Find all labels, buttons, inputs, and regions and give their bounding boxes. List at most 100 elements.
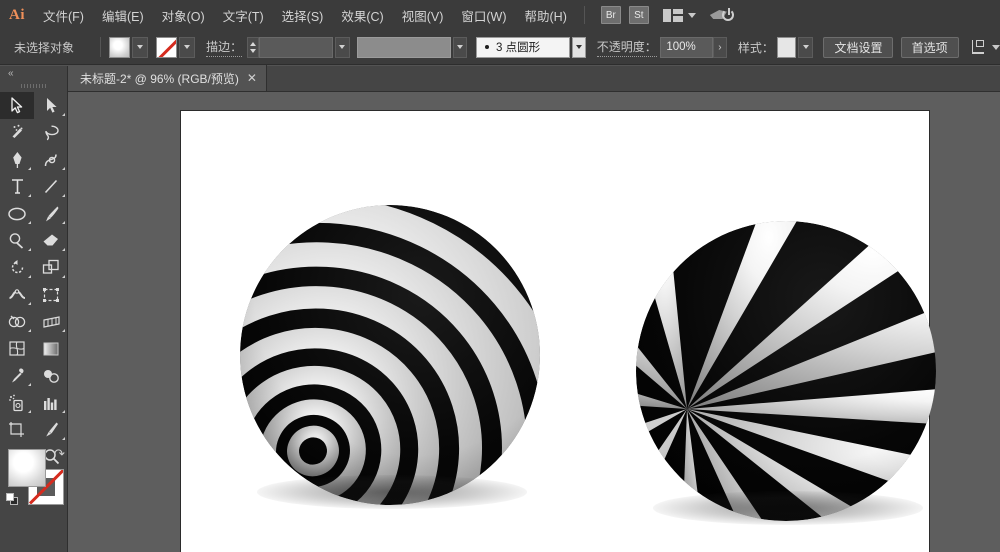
paintbrush-tool[interactable]	[34, 200, 68, 227]
menu-effect[interactable]: 效果(C)	[332, 0, 392, 30]
menubar-divider	[584, 6, 585, 24]
magic-wand-tool[interactable]	[0, 119, 34, 146]
menu-help[interactable]: 帮助(H)	[516, 0, 576, 30]
tool-submenu-indicator	[28, 410, 31, 413]
tool-submenu-indicator	[62, 275, 65, 278]
tool-submenu-indicator	[28, 221, 31, 224]
fill-swatch[interactable]	[109, 37, 130, 58]
tool-submenu-indicator	[62, 437, 65, 440]
width-tool[interactable]	[0, 281, 34, 308]
workspace-switcher-icon[interactable]	[663, 9, 696, 22]
tool-grid	[0, 92, 68, 470]
shaper-pencil-tool[interactable]	[0, 227, 34, 254]
tools-panel: «	[0, 66, 68, 552]
free-transform-tool[interactable]	[34, 281, 68, 308]
align-chevron-down-icon[interactable]	[992, 45, 1000, 50]
brush-dot-icon	[485, 45, 489, 49]
stroke-weight-label[interactable]: 描边：	[206, 38, 242, 57]
menu-select[interactable]: 选择(S)	[273, 0, 333, 30]
fill-swatch-large[interactable]	[8, 449, 46, 487]
symbol-sprayer-tool[interactable]	[0, 389, 34, 416]
default-fill-stroke-icon[interactable]	[6, 493, 19, 506]
mesh-tool[interactable]	[0, 335, 34, 362]
brush-definition-label: 3 点圆形	[496, 39, 540, 55]
control-bar: 未选择对象 描边： 3 点圆形 不透明度： 100% ›	[0, 30, 1000, 65]
brush-definition-field[interactable]: 3 点圆形	[476, 37, 570, 58]
preferences-button[interactable]: 首选项	[901, 37, 959, 58]
blend-tool[interactable]	[34, 362, 68, 389]
stroke-weight-input[interactable]	[259, 37, 333, 58]
tool-submenu-indicator	[28, 329, 31, 332]
scale-tool[interactable]	[34, 254, 68, 281]
sphere-drop-shadow	[653, 491, 923, 525]
stroke-weight-dropdown-arrow[interactable]	[335, 37, 349, 58]
ellipse-tool[interactable]	[0, 200, 34, 227]
eyedropper-tool[interactable]	[0, 362, 34, 389]
stock-button[interactable]: St	[629, 6, 649, 24]
swap-fill-stroke-icon[interactable]: ↷	[54, 446, 68, 460]
tool-submenu-indicator	[62, 194, 65, 197]
fill-swatch-group[interactable]	[109, 37, 148, 58]
menu-window[interactable]: 窗口(W)	[452, 0, 515, 30]
panel-drag-handle[interactable]	[0, 80, 67, 92]
tool-submenu-indicator	[28, 248, 31, 251]
close-icon[interactable]: ✕	[247, 72, 257, 84]
document-setup-button[interactable]: 文档设置	[823, 37, 893, 58]
variable-width-profile-input[interactable]	[357, 37, 451, 58]
tool-submenu-indicator	[62, 167, 65, 170]
bridge-button[interactable]: Br	[601, 6, 621, 24]
menu-edit[interactable]: 编辑(E)	[93, 0, 153, 30]
chevron-down-icon	[688, 13, 696, 18]
stroke-weight-stepper[interactable]	[247, 37, 259, 58]
stroke-dropdown-arrow[interactable]	[179, 37, 195, 58]
gradient-tool[interactable]	[34, 335, 68, 362]
lasso-tool[interactable]	[34, 119, 68, 146]
menu-type[interactable]: 文字(T)	[214, 0, 273, 30]
graphic-style-swatch[interactable]	[777, 37, 796, 58]
menu-bar: Ai 文件(F) 编辑(E) 对象(O) 文字(T) 选择(S) 效果(C) 视…	[0, 0, 1000, 30]
collapse-panel-icon[interactable]: «	[0, 66, 67, 80]
line-segment-tool[interactable]	[34, 173, 68, 200]
search-adobe-icon[interactable]	[710, 7, 734, 23]
tool-submenu-indicator	[62, 113, 65, 116]
stroke-swatch-group[interactable]	[156, 37, 195, 58]
slice-tool[interactable]	[34, 416, 68, 443]
perspective-grid-tool[interactable]	[34, 308, 68, 335]
tool-submenu-indicator	[62, 221, 65, 224]
align-options-icon[interactable]	[971, 39, 987, 55]
tool-submenu-indicator	[62, 410, 65, 413]
canvas-area[interactable]	[68, 92, 1000, 552]
rotate-tool[interactable]	[0, 254, 34, 281]
menu-view[interactable]: 视图(V)	[393, 0, 453, 30]
concentric-ring-sphere[interactable]	[235, 203, 545, 523]
type-tool[interactable]	[0, 173, 34, 200]
curvature-tool[interactable]	[34, 146, 68, 173]
selection-status-label: 未选择对象	[14, 39, 91, 56]
tool-submenu-indicator	[62, 329, 65, 332]
shape-builder-tool[interactable]	[0, 308, 34, 335]
app-logo: Ai	[0, 0, 34, 30]
artboard[interactable]	[181, 111, 929, 552]
column-graph-tool[interactable]	[34, 389, 68, 416]
stroke-swatch[interactable]	[156, 37, 177, 58]
style-dropdown-arrow[interactable]	[798, 37, 812, 58]
opacity-label[interactable]: 不透明度：	[597, 38, 657, 57]
opacity-dropdown-arrow[interactable]: ›	[713, 37, 727, 58]
document-tab[interactable]: 未标题-2* @ 96% (RGB/预览) ✕	[68, 65, 267, 91]
tool-submenu-indicator	[28, 194, 31, 197]
opacity-input[interactable]: 100%	[660, 37, 712, 58]
selection-tool[interactable]	[0, 92, 34, 119]
variable-width-dropdown-arrow[interactable]	[453, 37, 467, 58]
menu-object[interactable]: 对象(O)	[153, 0, 214, 30]
direct-selection-tool[interactable]	[34, 92, 68, 119]
artboard-tool[interactable]	[0, 416, 34, 443]
pen-tool[interactable]	[0, 146, 34, 173]
fill-dropdown-arrow[interactable]	[132, 37, 148, 58]
illustrator-window: Ai 文件(F) 编辑(E) 对象(O) 文字(T) 选择(S) 效果(C) 视…	[0, 0, 1000, 552]
brush-dropdown-arrow[interactable]	[572, 37, 586, 58]
radial-wedge-sphere[interactable]	[631, 219, 941, 539]
eraser-tool[interactable]	[34, 227, 68, 254]
menu-file[interactable]: 文件(F)	[34, 0, 93, 30]
tool-submenu-indicator	[28, 275, 31, 278]
tool-submenu-indicator	[28, 302, 31, 305]
